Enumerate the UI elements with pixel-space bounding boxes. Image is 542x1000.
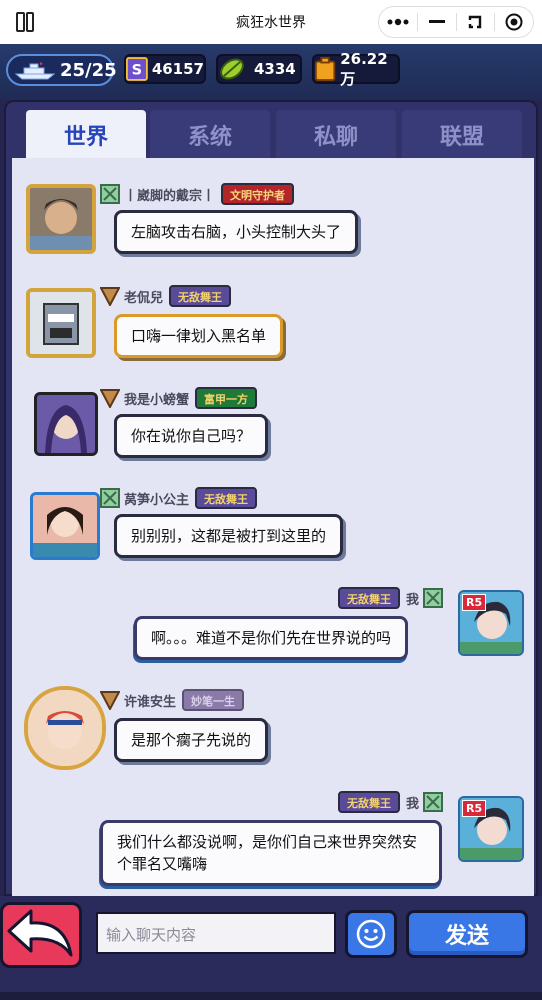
title-badge: 无敌舞王 xyxy=(338,587,400,609)
avatar[interactable] xyxy=(26,184,96,254)
sender-name: 我 xyxy=(406,592,420,608)
message-bubble: 别别别，这都是被打到这里的 xyxy=(114,514,344,558)
more-button[interactable] xyxy=(379,7,417,37)
s-book-icon: S xyxy=(126,57,148,81)
avatar[interactable] xyxy=(26,288,96,358)
emoji-button[interactable] xyxy=(345,910,397,958)
capsule-menu xyxy=(378,6,534,38)
rank-shield-icon xyxy=(423,792,444,812)
tab-alliance[interactable]: 联盟 xyxy=(402,110,522,160)
sender-name[interactable]: 丨崴脚的戴宗丨 xyxy=(124,185,215,204)
leaf-icon xyxy=(220,58,244,80)
avatar[interactable]: R5 xyxy=(458,590,524,656)
rank-shield-icon xyxy=(100,184,120,204)
leaf-counter[interactable]: 4334 xyxy=(216,54,302,84)
avatar-portrait xyxy=(37,395,95,453)
message-bubble: 你在说你自己吗？ xyxy=(114,414,269,458)
send-button[interactable]: 发送 xyxy=(406,910,528,958)
rank-shield-icon xyxy=(100,488,120,508)
message-bubble: 左脑攻击右脑，小头控制大头了 xyxy=(114,210,359,254)
s-item-value: 46157 xyxy=(151,60,204,78)
message-bubble: 是那个瘸子先说的 xyxy=(114,718,269,762)
rank-triangle-icon xyxy=(100,691,120,710)
close-button[interactable] xyxy=(495,7,533,37)
avatar-portrait xyxy=(28,690,102,766)
gas-can-icon xyxy=(314,56,336,82)
avatar[interactable] xyxy=(34,392,98,456)
restore-icon xyxy=(469,15,482,29)
sender-name[interactable]: 莴笋小公主 xyxy=(124,489,189,508)
mini-program-bar: 疯狂水世界 xyxy=(0,0,542,44)
avatar[interactable] xyxy=(24,686,106,770)
message-header: 丨崴脚的戴宗丨 文明守护者 xyxy=(100,182,295,206)
leaf-value: 4334 xyxy=(254,60,296,78)
message-bubble: 我们什么都没说啊，是你们自己来世界突然安个罪名又嘴嗨 xyxy=(100,820,442,886)
title-badge: 无敌舞王 xyxy=(195,487,258,509)
smiley-icon xyxy=(356,919,386,949)
target-icon xyxy=(505,13,523,31)
minimize-button[interactable] xyxy=(418,7,456,37)
r5-badge: R5 xyxy=(462,800,487,817)
gold-value: 26.22万 xyxy=(340,49,388,88)
gold-counter[interactable]: 26.22万 xyxy=(312,50,400,88)
title-badge: 文明守护者 xyxy=(221,183,295,205)
avatar[interactable] xyxy=(30,492,100,560)
r5-badge: R5 xyxy=(462,594,487,611)
chat-tabs: 世界 系统 私聊 联盟 xyxy=(14,110,532,160)
message-bubble: 口嗨一律划入黑名单 xyxy=(114,314,284,358)
sender-name: 我 xyxy=(406,796,420,812)
sender-name[interactable]: 许谁安生 xyxy=(124,691,176,710)
chat-input[interactable]: 输入聊天内容 xyxy=(96,912,336,954)
svg-text:S: S xyxy=(132,62,142,78)
ship-icon xyxy=(14,62,56,80)
more-icon xyxy=(387,18,409,26)
title-badge: 妙笔一生 xyxy=(182,689,245,711)
avatar-portrait xyxy=(30,188,92,250)
message-header: 我是小螃蟹 富甲一方 xyxy=(100,386,258,410)
tab-private[interactable]: 私聊 xyxy=(276,110,396,160)
message-header: 无敌舞王 我 xyxy=(338,790,447,814)
message-bubble: 啊。。。难道不是你们先在世界说的吗 xyxy=(134,616,409,660)
rank-shield-icon xyxy=(423,588,444,608)
back-arrow-icon xyxy=(7,909,73,957)
rank-triangle-icon xyxy=(100,287,120,306)
resource-bar: 25/25 S 46157 4334 26.22万 xyxy=(0,44,542,100)
tab-world[interactable]: 世界 xyxy=(26,110,146,160)
avatar-portrait xyxy=(30,292,92,354)
avatar[interactable]: R5 xyxy=(458,796,524,862)
chat-message-list[interactable]: 丨崴脚的戴宗丨 文明守护者 左脑攻击右脑，小头控制大头了 老侃兒 无敌舞王 口嗨… xyxy=(12,158,534,898)
back-button[interactable] xyxy=(0,902,82,968)
message-header: 老侃兒 无敌舞王 xyxy=(100,284,232,308)
energy-counter[interactable]: 25/25 xyxy=(6,54,117,86)
message-header: 许谁安生 妙笔一生 xyxy=(100,688,245,712)
avatar-portrait xyxy=(33,495,97,557)
title-badge: 富甲一方 xyxy=(195,387,258,409)
minimize-icon xyxy=(428,20,445,23)
chat-panel: 世界 系统 私聊 联盟 丨崴脚的戴宗丨 文明守护者 左脑攻击右脑，小头控制大头了… xyxy=(4,100,538,898)
rank-triangle-icon xyxy=(100,389,120,408)
title-badge: 无敌舞王 xyxy=(338,791,400,813)
bottom-edge xyxy=(0,992,542,1000)
restore-button[interactable] xyxy=(457,7,495,37)
message-header: 莴笋小公主 无敌舞王 xyxy=(100,486,258,510)
message-header: 无敌舞王 我 xyxy=(338,586,447,610)
title-badge: 无敌舞王 xyxy=(169,285,232,307)
sender-name[interactable]: 老侃兒 xyxy=(124,287,163,306)
tab-system[interactable]: 系统 xyxy=(150,110,270,160)
s-item-counter[interactable]: S 46157 xyxy=(124,54,206,84)
sender-name[interactable]: 我是小螃蟹 xyxy=(124,389,189,408)
energy-value: 25/25 xyxy=(60,60,117,81)
